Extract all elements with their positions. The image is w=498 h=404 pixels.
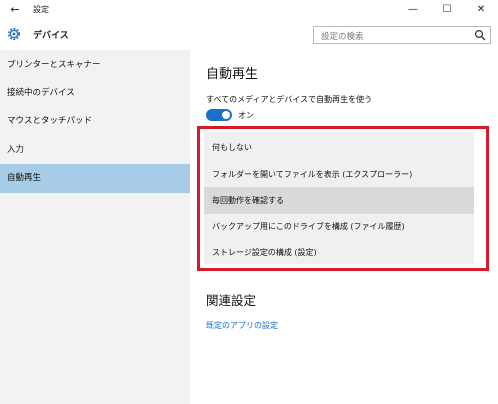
sidebar-item-autoplay[interactable]: 自動再生 xyxy=(0,164,190,193)
title-bar: ← 設定 — ☐ ✕ xyxy=(0,0,498,20)
search-icon[interactable] xyxy=(474,29,486,41)
sidebar-item-typing[interactable]: 入力 xyxy=(0,136,190,165)
related-settings-heading: 関連設定 xyxy=(206,293,257,308)
search-placeholder: 設定の検索 xyxy=(321,32,364,42)
back-arrow-icon[interactable]: ← xyxy=(8,3,22,17)
default-apps-settings-link[interactable]: 既定のアプリの設定 xyxy=(206,320,278,331)
section-title: デバイス xyxy=(33,31,69,41)
close-button[interactable]: ✕ xyxy=(464,0,498,20)
settings-header: デバイス 設定の検索 xyxy=(0,20,498,50)
sidebar-item-printers-scanners[interactable]: プリンターとスキャナー xyxy=(0,51,190,80)
minimize-button[interactable]: — xyxy=(396,0,430,20)
autoplay-toggle-switch[interactable] xyxy=(206,109,232,121)
toggle-state-label: オン xyxy=(238,111,254,120)
toggle-knob xyxy=(222,111,230,119)
autoplay-toggle-description: すべてのメディアとデバイスで自動再生を使う xyxy=(206,95,373,104)
gear-icon xyxy=(8,28,20,40)
sidebar-item-connected-devices[interactable]: 接続中のデバイス xyxy=(0,79,190,108)
sidebar-item-mouse-touchpad[interactable]: マウスとタッチパッド xyxy=(0,107,190,136)
search-input[interactable]: 設定の検索 xyxy=(313,26,491,44)
highlight-box xyxy=(197,126,489,271)
page-title: 自動再生 xyxy=(206,67,259,82)
sidebar: プリンターとスキャナー 接続中のデバイス マウスとタッチパッド 入力 自動再生 xyxy=(0,50,190,404)
maximize-button[interactable]: ☐ xyxy=(430,0,464,20)
window-title: 設定 xyxy=(33,5,49,14)
